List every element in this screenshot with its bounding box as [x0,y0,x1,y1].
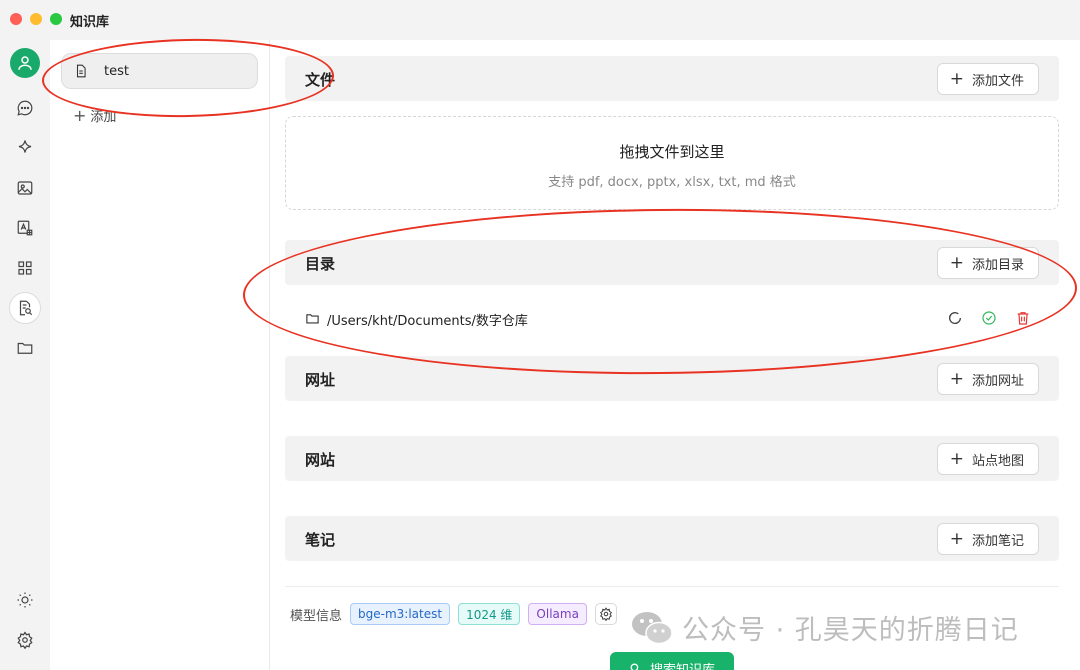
notes-section-header: 笔记 + 添加笔记 [285,516,1059,561]
plus-icon: + [949,448,964,469]
dropzone-title: 拖拽文件到这里 [619,143,725,161]
window-close-button[interactable] [10,13,22,25]
files-section-header: 文件 + 添加文件 [285,56,1059,101]
theme-sun-icon[interactable] [9,584,41,616]
add-url-button[interactable]: + 添加网址 [936,363,1039,395]
sitemap-label: 站点地图 [971,453,1024,469]
chat-icon[interactable] [9,92,41,124]
search-icon [630,663,639,670]
dimensions-tag: 1024 维 [458,603,521,625]
search-knowledge-base-button[interactable]: 搜索知识库 [610,652,734,670]
image-icon[interactable] [9,172,41,204]
plus-icon: + [73,106,87,125]
plus-icon: + [949,68,964,89]
websites-section-header: 网站 + 站点地图 [285,436,1059,481]
avatar-icon[interactable] [10,48,40,78]
websites-section-title: 网站 [305,451,336,469]
search-knowledge-base-label: 搜索知识库 [649,662,715,670]
add-note-button[interactable]: + 添加笔记 [936,523,1039,555]
notes-section-title: 笔记 [305,531,336,549]
sitemap-button[interactable]: + 站点地图 [936,443,1039,475]
add-file-button[interactable]: + 添加文件 [936,63,1039,95]
model-name-tag: bge-m3:latest [350,603,451,625]
window-zoom-button[interactable] [50,13,62,25]
window-title: 知识库 [70,15,110,30]
knowledge-base-icon[interactable] [9,292,41,324]
settings-gear-icon[interactable] [9,624,41,656]
wechat-logo-icon [632,611,673,644]
knowledge-base-list-panel: test + 添加 [50,40,270,670]
model-info-row: 模型信息 bge-m3:latest 1024 维 Ollama [290,602,617,626]
urls-section-title: 网址 [305,371,336,389]
file-dropzone[interactable]: 拖拽文件到这里 支持 pdf, docx, pptx, xlsx, txt, m… [285,116,1059,210]
plus-icon: + [949,528,964,549]
watermark-text: 公众号 · 孔昊天的折腾日记 [682,615,1019,646]
add-url-label: 添加网址 [971,373,1024,389]
icon-sidebar [0,40,50,670]
add-note-label: 添加笔记 [971,533,1024,549]
model-settings-button[interactable] [594,603,617,625]
watermark: 公众号 · 孔昊天的折腾日记 [630,608,1019,647]
window-minimize-button[interactable] [30,13,42,25]
dropzone-hint: 支持 pdf, docx, pptx, xlsx, txt, md 格式 [548,175,796,190]
folder-icon[interactable] [9,332,41,364]
title-bar: 知识库 [0,0,1080,40]
translate-icon[interactable] [9,212,41,244]
sparkle-icon[interactable] [9,132,41,164]
plus-icon: + [949,368,964,389]
model-info-label: 模型信息 [290,608,343,624]
divider [285,586,1059,587]
provider-tag: Ollama [528,603,587,625]
add-file-label: 添加文件 [971,73,1024,89]
apps-grid-icon[interactable] [9,252,41,284]
gear-icon [599,607,612,621]
